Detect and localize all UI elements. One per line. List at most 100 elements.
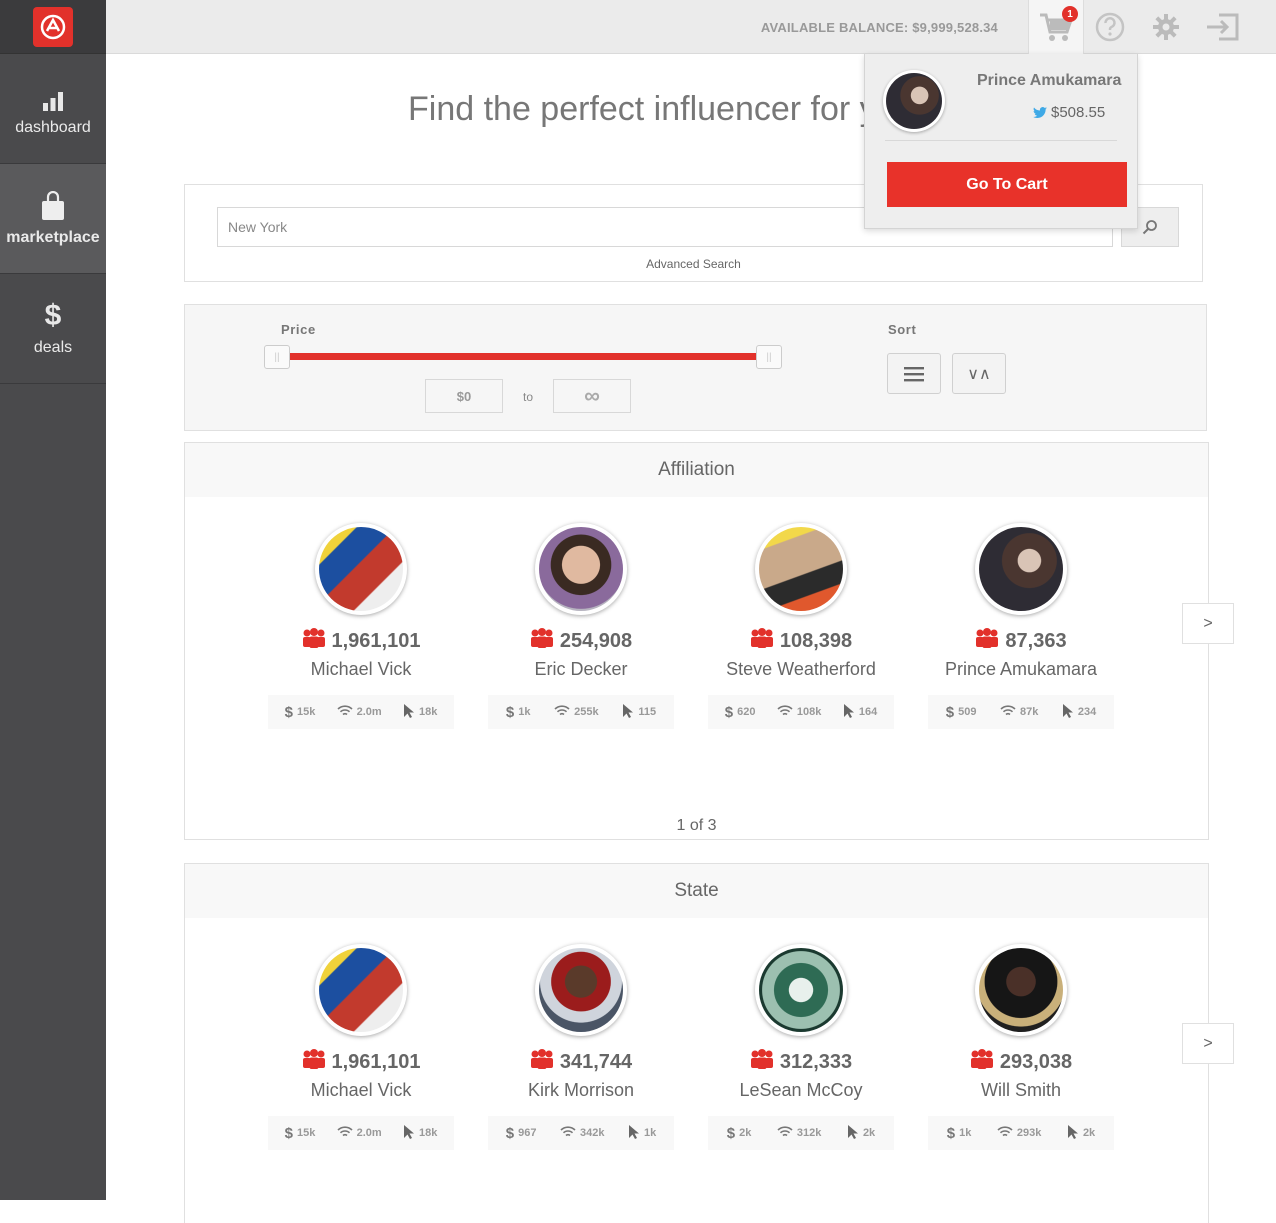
min-price-input[interactable]: $0 <box>425 379 503 413</box>
cursor-icon <box>843 703 855 722</box>
avatar <box>755 944 847 1036</box>
influencer-card[interactable]: 1,961,101 Michael Vick $15k 2.0m 18k <box>251 944 471 1150</box>
balance-value: $9,999,528.34 <box>912 20 998 35</box>
bar-chart-icon <box>42 81 64 111</box>
dollar-icon: $ <box>284 703 293 721</box>
wifi-icon <box>337 1125 353 1141</box>
avatar <box>975 944 1067 1036</box>
section-title: Affiliation <box>185 443 1208 497</box>
price-value: 15k <box>296 1127 316 1139</box>
influencer-name: Michael Vick <box>310 659 412 679</box>
influencer-name: Will Smith <box>981 1080 1061 1100</box>
cursor-icon <box>403 1124 415 1143</box>
affiliation-section: Affiliation > 1,961,101 Michael Vick $15… <box>184 442 1234 840</box>
wifi-icon <box>777 1125 793 1141</box>
logo-icon[interactable] <box>33 6 73 47</box>
people-icon <box>750 1049 774 1075</box>
people-icon <box>750 628 774 654</box>
avatar <box>315 944 407 1036</box>
influencer-stats: $1k 255k 115 <box>488 695 674 729</box>
influencer-card[interactable]: 87,363 Prince Amukamara $509 87k 234 <box>911 523 1131 729</box>
max-price-input[interactable]: ∞ <box>553 379 631 413</box>
dollar-icon: $ <box>505 1124 515 1142</box>
dollar-icon: $ <box>946 1124 956 1142</box>
cursor-icon <box>1067 1124 1079 1143</box>
influencer-card[interactable]: 293,038 Will Smith $1k 293k 2k <box>911 944 1131 1150</box>
follower-count: 341,744 <box>471 1049 691 1074</box>
follower-count: 293,038 <box>911 1049 1131 1075</box>
follower-count: 87,363 <box>911 628 1131 654</box>
cart-button[interactable]: 1 <box>1028 0 1084 54</box>
sort-label: Sort <box>888 322 917 337</box>
follower-value: 293,038 <box>999 1050 1073 1073</box>
reach-value: 87k <box>1019 706 1039 718</box>
logout-button[interactable] <box>1194 0 1250 54</box>
reach-value: 255k <box>574 706 599 718</box>
clicks-value: 18k <box>418 1127 438 1139</box>
next-page-button[interactable]: > <box>1182 1023 1234 1064</box>
influencer-card[interactable]: 1,961,101 Michael Vick $15k 2.0m 18k <box>251 523 471 729</box>
gear-icon <box>1153 14 1179 40</box>
section-title: State <box>185 864 1208 918</box>
follower-value: 1,961,101 <box>331 629 421 652</box>
influencer-card[interactable]: 312,333 LeSean McCoy $2k 312k 2k <box>691 944 911 1150</box>
clicks-value: 1k <box>643 1127 657 1139</box>
cursor-icon <box>622 703 634 722</box>
price-slider-track[interactable] <box>277 353 773 360</box>
follower-count: 1,961,101 <box>251 1049 471 1075</box>
search-icon <box>1142 220 1157 235</box>
dollar-icon: $ <box>505 703 515 721</box>
reach-value: 2.0m <box>356 706 382 718</box>
help-button[interactable] <box>1082 0 1138 54</box>
state-section: State > 1,961,101 Michael Vick $15k 2.0m… <box>184 863 1234 1223</box>
sidebar-item-dashboard[interactable]: dashboard <box>0 54 106 164</box>
to-label: to <box>523 390 534 404</box>
follower-value: 312,333 <box>779 1050 853 1073</box>
wifi-icon <box>777 704 793 720</box>
sidebar-item-marketplace[interactable]: marketplace <box>0 164 106 274</box>
influencer-card[interactable]: 254,908 Eric Decker $1k 255k 115 <box>471 523 691 729</box>
divider <box>885 140 1117 141</box>
people-icon <box>975 628 999 654</box>
influencer-stats: $509 87k 234 <box>928 695 1114 729</box>
influencer-stats: $15k 2.0m 18k <box>268 1116 454 1150</box>
cart-item-price: $508.55 <box>1033 104 1105 121</box>
avatar <box>535 944 627 1036</box>
follower-count: 1,961,101 <box>251 628 471 653</box>
influencer-stats: $1k 293k 2k <box>928 1116 1114 1150</box>
sort-menu-button[interactable] <box>887 353 941 394</box>
advanced-search-link[interactable]: Advanced Search <box>185 257 1202 271</box>
price-value: 2k <box>739 1127 752 1139</box>
cursor-icon <box>1062 703 1074 722</box>
price-slider-max-handle[interactable]: || <box>756 345 782 369</box>
wifi-icon <box>337 704 353 720</box>
influencer-card[interactable]: 108,398 Steve Weatherford $620 108k 164 <box>691 523 911 729</box>
reach-value: 342k <box>579 1127 605 1139</box>
reach-value: 293k <box>1016 1127 1042 1139</box>
sort-order-button[interactable]: ∨∧ <box>952 353 1006 394</box>
price-value: 509 <box>958 706 977 718</box>
avatar <box>975 523 1067 615</box>
people-icon <box>302 1049 326 1075</box>
next-page-button[interactable]: > <box>1182 603 1234 644</box>
influencer-card[interactable]: 341,744 Kirk Morrison $967 342k 1k <box>471 944 691 1150</box>
logo-area[interactable] <box>0 0 106 54</box>
people-icon <box>970 1049 994 1075</box>
price-value: 620 <box>737 706 756 718</box>
price-slider-min-handle[interactable]: || <box>264 345 290 369</box>
follower-count: 312,333 <box>691 1049 911 1075</box>
go-to-cart-button[interactable]: Go To Cart <box>887 162 1127 207</box>
sidebar-item-deals[interactable]: $ deals <box>0 274 106 384</box>
balance-label: AVAILABLE BALANCE: <box>760 20 909 35</box>
price-value: 967 <box>518 1127 537 1139</box>
follower-value: 87,363 <box>1005 629 1067 652</box>
settings-button[interactable] <box>1138 0 1194 54</box>
dollar-icon: $ <box>284 1124 293 1142</box>
clicks-value: 18k <box>418 706 438 718</box>
avatar <box>315 523 407 615</box>
price-value: 15k <box>296 706 316 718</box>
price-value: 1k <box>959 1127 972 1139</box>
pagination-indicator: 1 of 3 <box>676 817 717 834</box>
influencer-name: Eric Decker <box>534 659 628 679</box>
follower-count: 254,908 <box>471 628 691 653</box>
